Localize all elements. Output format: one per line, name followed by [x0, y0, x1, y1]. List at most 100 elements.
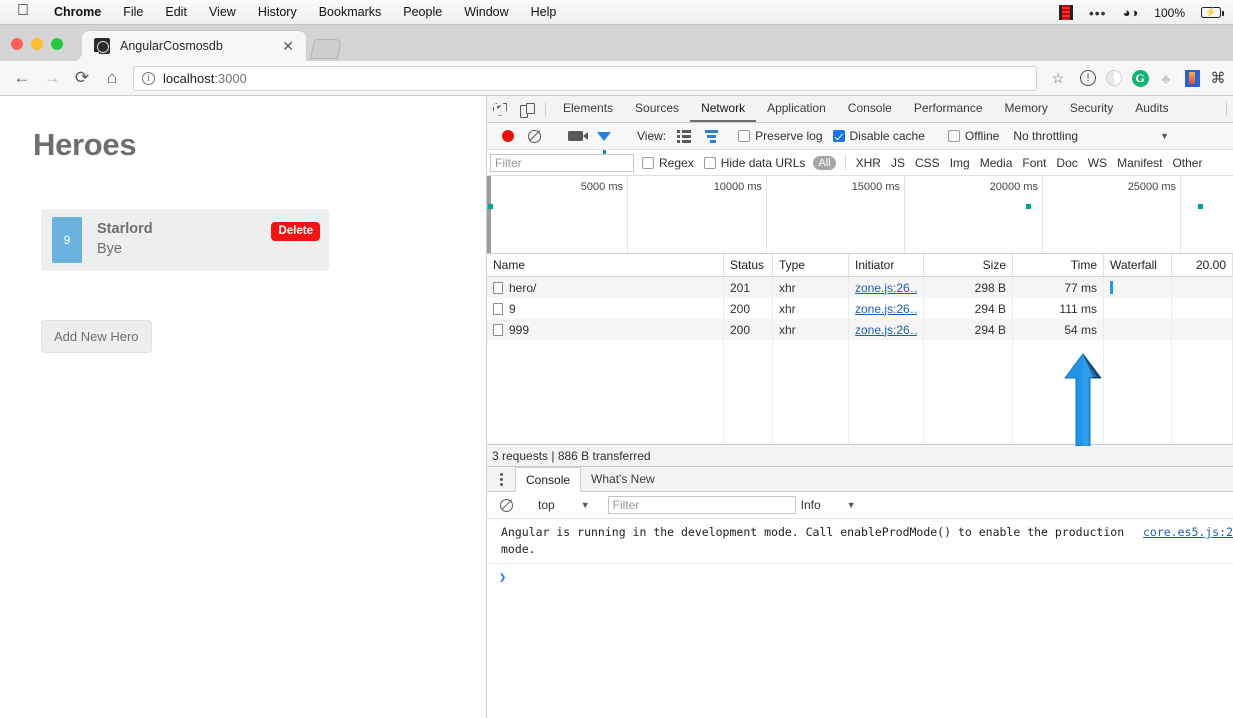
bookmark-star-icon[interactable]: ☆ [1045, 70, 1071, 87]
apple-logo-icon[interactable]:  [17, 3, 29, 19]
network-overview-timeline[interactable]: 5000 ms 10000 ms 15000 ms 20000 ms 25000… [487, 176, 1233, 254]
clear-button[interactable] [521, 123, 548, 150]
table-row[interactable]: 9 200 xhr zone.js:26… 294 B 111 ms [487, 298, 1233, 319]
tab-application[interactable]: Application [756, 96, 837, 122]
maximize-window-button[interactable] [51, 38, 63, 50]
cell-initiator[interactable]: zone.js:26… [849, 277, 924, 298]
tab-console[interactable]: Console [837, 96, 903, 122]
throttling-select[interactable]: No throttling [1013, 129, 1078, 143]
filter-type-js[interactable]: JS [886, 156, 910, 170]
menu-people[interactable]: People [392, 0, 453, 25]
add-new-hero-button[interactable]: Add New Hero [41, 320, 152, 353]
capture-screenshots-icon[interactable] [561, 123, 590, 150]
column-header-status[interactable]: Status [724, 254, 773, 277]
column-header-time[interactable]: Time [1013, 254, 1104, 277]
tab-performance[interactable]: Performance [903, 96, 994, 122]
column-header-size[interactable]: Size [924, 254, 1013, 277]
console-message-source-link[interactable]: core.es5.js:2 [1143, 524, 1233, 541]
chrome-menu-icon[interactable]: ⌘ [1205, 65, 1231, 91]
menu-view[interactable]: View [198, 0, 247, 25]
hide-data-urls-control[interactable]: Hide data URLs [704, 156, 806, 170]
record-button[interactable] [495, 123, 521, 150]
table-row[interactable]: 999 200 xhr zone.js:26… 294 B 54 ms [487, 319, 1233, 340]
filter-type-all[interactable]: All [813, 156, 835, 170]
half-circle-icon[interactable] [1101, 65, 1127, 91]
offline-control[interactable]: Offline [948, 129, 999, 143]
table-row[interactable]: hero/ 201 xhr zone.js:26… 298 B 77 ms [487, 277, 1233, 298]
forward-button[interactable]: → [37, 63, 67, 93]
drawer-tab-console[interactable]: Console [515, 467, 581, 492]
tree-icon[interactable]: ♣ [1153, 65, 1179, 91]
filter-type-other[interactable]: Other [1167, 156, 1207, 170]
list-view-icon[interactable] [670, 123, 698, 150]
initiator-link[interactable]: zone.js:26… [855, 302, 917, 316]
filter-type-doc[interactable]: Doc [1051, 156, 1082, 170]
filter-type-ws[interactable]: WS [1083, 156, 1112, 170]
clear-console-icon[interactable] [493, 492, 520, 519]
filter-funnel-icon[interactable] [590, 123, 618, 150]
inspect-element-icon[interactable] [487, 96, 513, 122]
tab-elements[interactable]: Elements [552, 96, 624, 122]
drawer-tab-whats-new[interactable]: What's New [581, 467, 665, 491]
wifi-icon[interactable]: ◕◑ [1115, 0, 1147, 25]
browser-tab[interactable]: AngularCosmosdb ✕ [82, 31, 306, 61]
console-prompt[interactable]: ❯ [487, 564, 1233, 584]
drawer-more-options-icon[interactable] [487, 467, 515, 491]
console-filter-input[interactable]: Filter [608, 496, 796, 514]
menu-extras-dots-icon[interactable]: ••• [1081, 0, 1115, 25]
waterfall-view-icon[interactable] [698, 123, 725, 150]
console-context-select[interactable]: top ▼ [533, 498, 595, 512]
filter-type-manifest[interactable]: Manifest [1112, 156, 1167, 170]
cell-initiator[interactable]: zone.js:26… [849, 319, 924, 340]
menu-file[interactable]: File [112, 0, 154, 25]
column-header-waterfall[interactable]: Waterfall [1104, 254, 1172, 277]
filter-type-img[interactable]: Img [945, 156, 975, 170]
regex-control[interactable]: Regex [642, 156, 694, 170]
address-bar[interactable]: i localhost:3000 [133, 66, 1037, 91]
initiator-link[interactable]: zone.js:26… [855, 281, 917, 295]
new-tab-button[interactable] [310, 39, 342, 59]
battery-charging-icon[interactable]: ⚡ [1193, 0, 1233, 25]
menu-help[interactable]: Help [520, 0, 568, 25]
menu-history[interactable]: History [247, 0, 308, 25]
regex-checkbox[interactable] [642, 157, 654, 169]
column-header-initiator[interactable]: Initiator [849, 254, 924, 277]
close-tab-icon[interactable]: ✕ [278, 39, 298, 53]
preserve-log-control[interactable]: Preserve log [738, 129, 822, 143]
column-header-type[interactable]: Type [773, 254, 849, 277]
tab-sources[interactable]: Sources [624, 96, 690, 122]
screen-recorder-icon[interactable] [1051, 0, 1081, 25]
hide-data-urls-checkbox[interactable] [704, 157, 716, 169]
bookmark-extension-icon[interactable] [1179, 65, 1205, 91]
offline-checkbox[interactable] [948, 130, 960, 142]
tab-audits[interactable]: Audits [1124, 96, 1179, 122]
filter-type-media[interactable]: Media [975, 156, 1018, 170]
filter-type-xhr[interactable]: XHR [851, 156, 886, 170]
site-info-icon[interactable]: i [142, 72, 155, 85]
menu-edit[interactable]: Edit [154, 0, 198, 25]
disable-cache-control[interactable]: Disable cache [833, 129, 925, 143]
grammarly-icon[interactable]: G [1127, 65, 1153, 91]
filter-type-font[interactable]: Font [1017, 156, 1051, 170]
home-button[interactable]: ⌂ [97, 63, 127, 93]
filter-type-css[interactable]: CSS [910, 156, 945, 170]
column-header-name[interactable]: Name [487, 254, 724, 277]
device-toolbar-icon[interactable] [513, 96, 539, 122]
menu-bookmarks[interactable]: Bookmarks [308, 0, 393, 25]
hero-list-item[interactable]: 9 Starlord Bye Delete [41, 209, 329, 271]
preserve-log-checkbox[interactable] [738, 130, 750, 142]
close-window-button[interactable] [11, 38, 23, 50]
console-level-select[interactable]: Info ▼ [796, 498, 861, 512]
tab-security[interactable]: Security [1059, 96, 1124, 122]
initiator-link[interactable]: zone.js:26… [855, 323, 917, 337]
reload-button[interactable]: ⟳ [67, 63, 97, 93]
back-button[interactable]: ← [7, 63, 37, 93]
cell-initiator[interactable]: zone.js:26… [849, 298, 924, 319]
network-filter-input[interactable]: Filter [490, 154, 634, 172]
exclamation-circle-icon[interactable]: ! [1075, 65, 1101, 91]
tab-network[interactable]: Network [690, 96, 756, 122]
tab-memory[interactable]: Memory [994, 96, 1059, 122]
disable-cache-checkbox[interactable] [833, 130, 845, 142]
throttling-caret-icon[interactable]: ▼ [1160, 131, 1169, 141]
menu-chrome[interactable]: Chrome [43, 0, 112, 25]
